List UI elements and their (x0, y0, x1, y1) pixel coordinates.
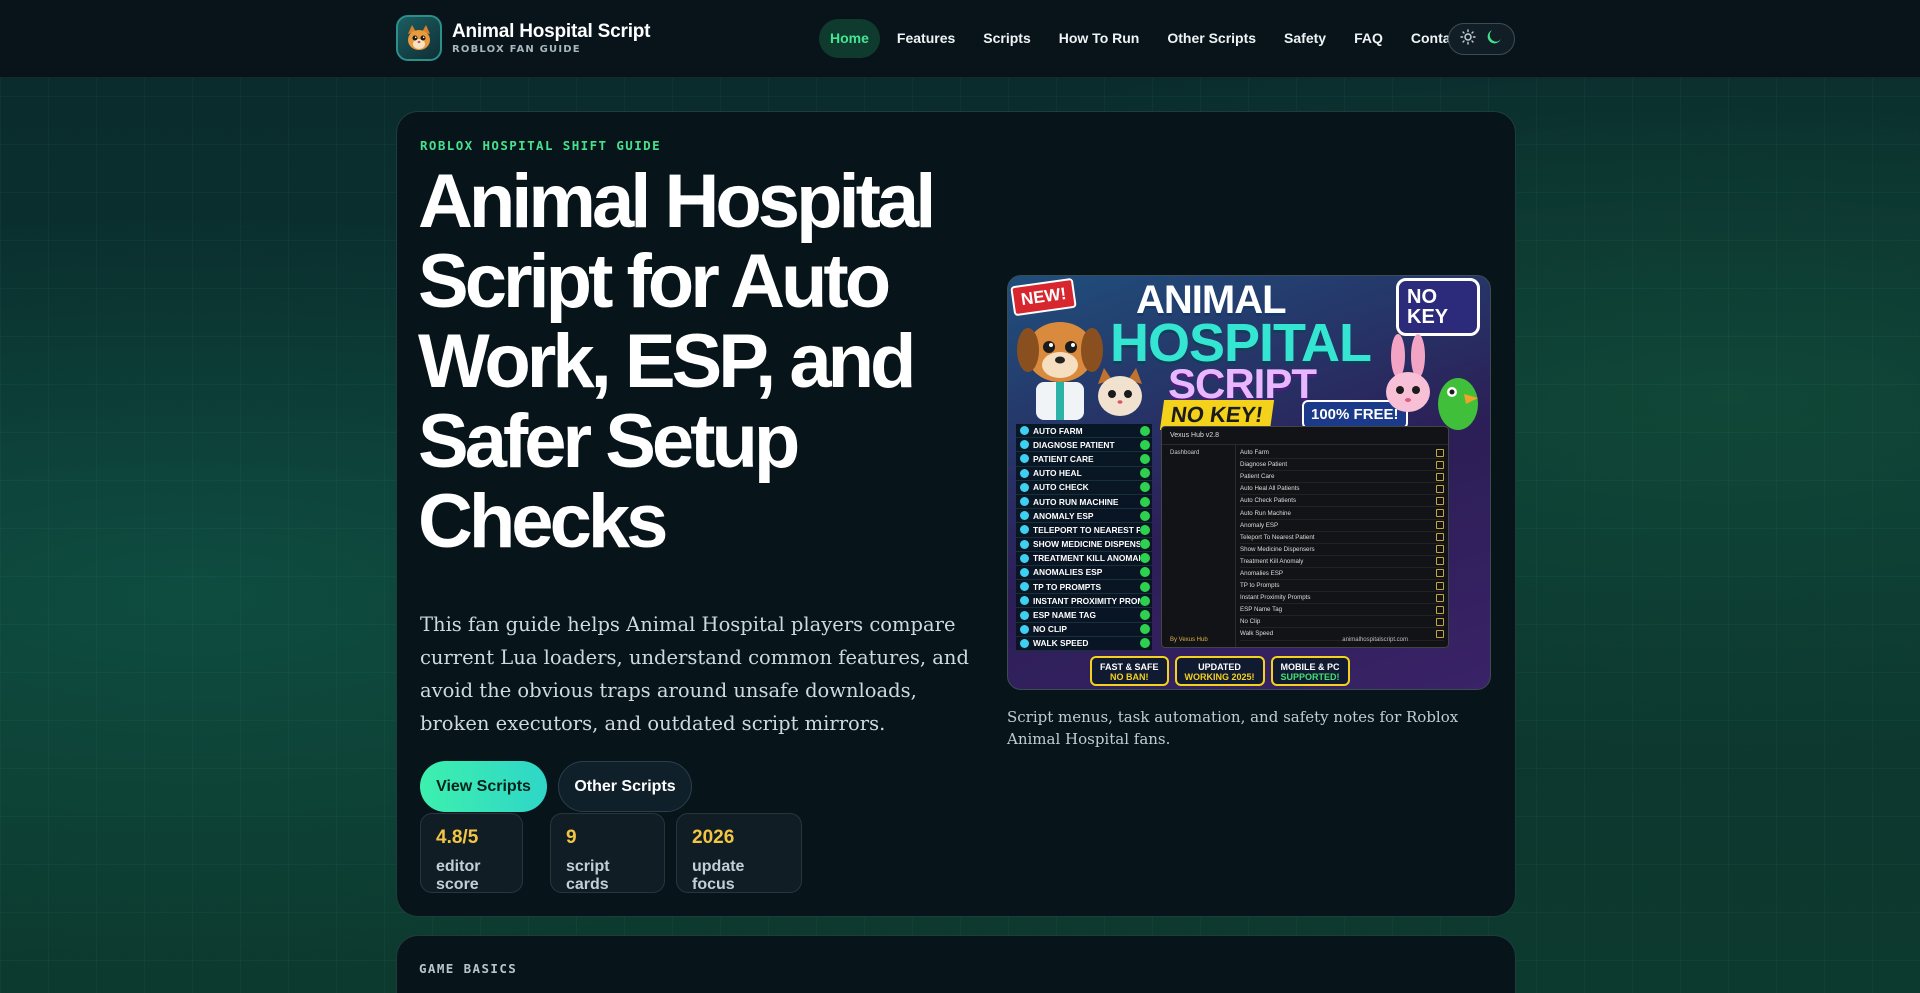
window-item: Auto Heal All Patients (1240, 483, 1444, 496)
parrot-illustration (1438, 378, 1478, 430)
window-item: Treatment Kill Anomaly (1240, 556, 1444, 568)
lock-badge-text: NO KEY (1407, 286, 1449, 328)
window-item: Anomalies ESP (1240, 568, 1444, 581)
window-footer-left: By Vexus Hub (1170, 637, 1208, 643)
hero-card: ROBLOX HOSPITAL SHIFT GUIDE Animal Hospi… (396, 111, 1516, 917)
game-basics-label: GAME BASICS (419, 961, 518, 976)
image-caption: Script menus, task automation, and safet… (1007, 708, 1459, 748)
nav-how-to-run[interactable]: How To Run (1048, 19, 1151, 58)
nav-safety[interactable]: Safety (1273, 19, 1337, 58)
feature-row: TP TO PROMPTS (1016, 580, 1152, 595)
feature-row: DIAGNOSE PATIENT (1016, 438, 1152, 453)
top-navigation-bar: Animal Hospital Script ROBLOX FAN GUIDE … (0, 0, 1920, 78)
stat-value: 2026 (692, 827, 735, 848)
nav-other-scripts[interactable]: Other Scripts (1156, 19, 1267, 58)
hero-eyebrow: ROBLOX HOSPITAL SHIFT GUIDE (420, 138, 661, 153)
feature-row: AUTO HEAL (1016, 466, 1152, 481)
feature-row: AUTO RUN MACHINE (1016, 494, 1152, 510)
stat-update-focus: 2026 update focus (676, 813, 802, 893)
window-item: Teleport To Nearest Patient (1240, 532, 1444, 544)
window-item: ESP Name Tag (1240, 604, 1444, 617)
theme-toggle[interactable] (1448, 23, 1515, 55)
feature-row: ESP NAME TAG (1016, 608, 1152, 623)
window-title: Vexus Hub v2.8 (1162, 427, 1448, 445)
sun-icon[interactable] (1460, 29, 1476, 49)
window-item: No Clip (1240, 616, 1444, 629)
feature-row: NO CLIP (1016, 622, 1152, 637)
feature-row: PATIENT CARE (1016, 452, 1152, 467)
nav-features[interactable]: Features (886, 19, 966, 58)
brand-subtitle: ROBLOX FAN GUIDE (452, 44, 581, 55)
stat-value: 4.8/5 (436, 827, 479, 848)
moon-icon[interactable] (1485, 28, 1503, 50)
brand[interactable]: Animal Hospital Script ROBLOX FAN GUIDE (396, 15, 651, 61)
feature-row: SHOW MEDICINE DISPENSERS (1016, 537, 1152, 552)
window-item: Show Medicine Dispensers (1240, 544, 1444, 556)
feature-row: WALK SPEED (1016, 636, 1152, 651)
feature-row: AUTO CHECK (1016, 480, 1152, 495)
stat-editor-score: 4.8/5 editor score (420, 813, 523, 893)
window-item: Auto Check Patients (1240, 495, 1444, 508)
feature-row: ANOMALIES ESP (1016, 565, 1152, 581)
feature-list: AUTO FARM DIAGNOSE PATIENT PATIENT CARE … (1016, 424, 1152, 651)
window-footer-right: animalhospitalscript.com (1342, 637, 1408, 643)
script-hub-window: Vexus Hub v2.8 Dashboard Auto Farm Diagn… (1161, 426, 1449, 648)
nav-faq[interactable]: FAQ (1343, 19, 1394, 58)
stat-label: script cards (566, 858, 610, 893)
view-scripts-button[interactable]: View Scripts (420, 761, 547, 812)
cat-face-icon (396, 15, 442, 61)
feature-row: TELEPORT TO NEAREST PATIENT (1016, 523, 1152, 538)
updated-badge: UPDATED WORKING 2025! (1174, 656, 1265, 686)
nav-home[interactable]: Home (819, 19, 880, 58)
window-item: Instant Proximity Prompts (1240, 592, 1444, 605)
window-item: Anomaly ESP (1240, 520, 1444, 532)
promo-badges: FAST & SAFE NO BAN! UPDATED WORKING 2025! … (1090, 656, 1356, 686)
window-item: Auto Run Machine (1240, 507, 1444, 520)
hero-description: This fan guide helps Animal Hospital pla… (420, 613, 969, 735)
main-nav: Home Features Scripts How To Run Other S… (819, 19, 1480, 58)
window-sidebar: Dashboard (1162, 445, 1236, 647)
hero-title: Animal Hospital Script for Auto Work, ES… (418, 159, 936, 564)
other-scripts-button[interactable]: Other Scripts (558, 761, 692, 812)
lock-badge: NO KEY (1396, 278, 1480, 336)
window-item: Diagnose Patient (1240, 459, 1444, 472)
cat-illustration (1098, 368, 1142, 416)
brand-title: Animal Hospital Script (452, 21, 651, 42)
promo-image: NEW! ANIMAL HOSPITAL SCRIPT NO KEY! 100%… (1007, 275, 1491, 690)
window-item: Auto Farm (1240, 447, 1444, 460)
stat-label: update focus (692, 858, 745, 893)
feature-row: TREATMENT KILL ANOMALY (1016, 551, 1152, 566)
feature-row: AUTO FARM (1016, 424, 1152, 439)
window-item: TP to Prompts (1240, 580, 1444, 593)
fast-safe-badge: FAST & SAFE NO BAN! (1090, 656, 1169, 686)
nav-scripts[interactable]: Scripts (972, 19, 1041, 58)
mobile-pc-badge: MOBILE & PC SUPPORTED! (1270, 656, 1350, 686)
window-items: Auto Farm Diagnose Patient Patient Care … (1240, 447, 1444, 641)
feature-row: ANOMALY ESP (1016, 509, 1152, 524)
stat-script-cards: 9 script cards (550, 813, 665, 893)
stat-value: 9 (566, 827, 577, 848)
window-item: Patient Care (1240, 471, 1444, 484)
game-basics-card: GAME BASICS (396, 935, 1516, 993)
stat-label: editor score (436, 858, 481, 893)
feature-row: INSTANT PROXIMITY PROMPTS (1016, 594, 1152, 609)
